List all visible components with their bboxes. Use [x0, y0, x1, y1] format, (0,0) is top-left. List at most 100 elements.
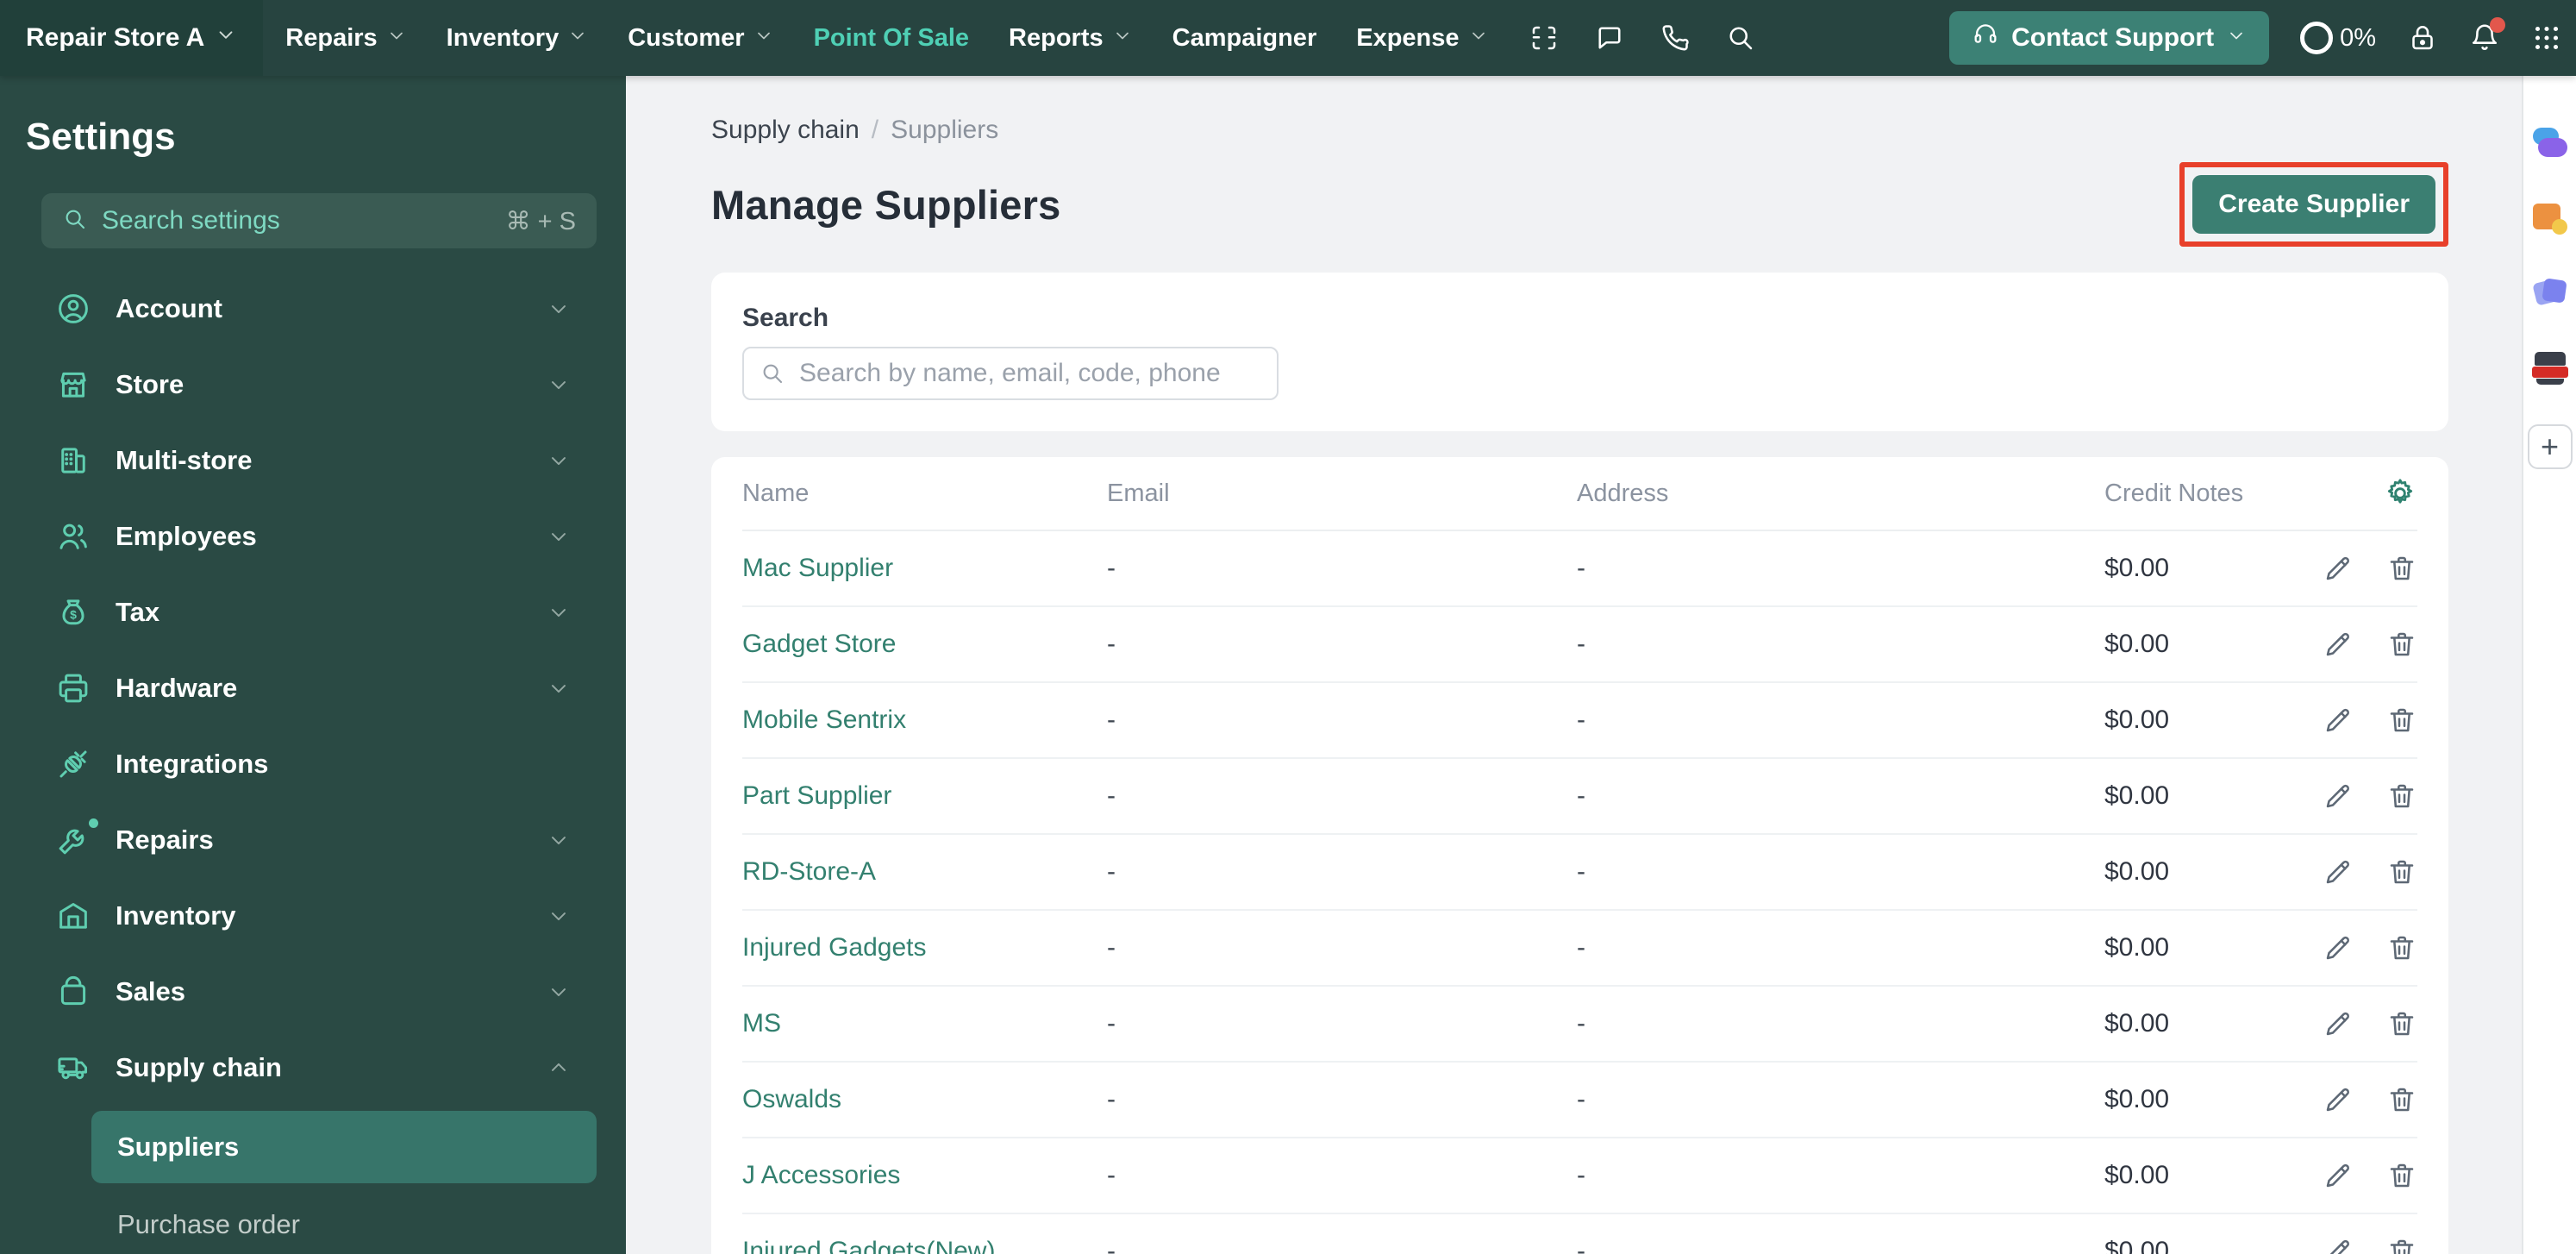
nav-item-point-of-sale[interactable]: Point Of Sale — [814, 24, 969, 53]
create-supplier-button[interactable]: Create Supplier — [2192, 175, 2435, 234]
setup-progress[interactable]: 0% — [2300, 22, 2376, 54]
supplier-name-link[interactable]: RD-Store-A — [742, 857, 1107, 887]
contact-support-button[interactable]: Contact Support — [1949, 11, 2269, 65]
edit-pencil-icon[interactable] — [2323, 1008, 2354, 1039]
nav-item-label: Campaigner — [1172, 24, 1317, 53]
supplier-name-link[interactable]: J Accessories — [742, 1161, 1107, 1190]
edit-pencil-icon[interactable] — [2323, 856, 2354, 887]
sidebar-item-account[interactable]: Account — [0, 271, 626, 347]
row-actions — [2288, 781, 2417, 812]
red-stack-extension-icon[interactable] — [2531, 350, 2569, 385]
row-actions — [2288, 629, 2417, 660]
breadcrumb-parent[interactable]: Supply chain — [711, 116, 860, 145]
nav-item-repairs[interactable]: Repairs — [285, 24, 406, 53]
edit-pencil-icon[interactable] — [2323, 705, 2354, 736]
chevron-down-icon — [547, 980, 571, 1004]
edit-pencil-icon[interactable] — [2323, 1236, 2354, 1254]
supplier-name-link[interactable]: Mobile Sentrix — [742, 705, 1107, 735]
nav-item-customer[interactable]: Customer — [628, 24, 773, 53]
edit-pencil-icon[interactable] — [2323, 1160, 2354, 1191]
delete-trash-icon[interactable] — [2386, 1084, 2417, 1115]
delete-trash-icon[interactable] — [2386, 629, 2417, 660]
store-switcher[interactable]: Repair Store A — [0, 0, 263, 76]
sidebar-item-label: Account — [116, 293, 222, 324]
edit-pencil-icon[interactable] — [2323, 553, 2354, 584]
settings-search-input[interactable]: Search settings ⌘ + S — [41, 193, 597, 248]
row-actions — [2288, 856, 2417, 887]
sidebar-item-integrations[interactable]: Integrations — [0, 726, 626, 802]
notifications-button[interactable] — [2469, 22, 2500, 53]
supplier-name-link[interactable]: Gadget Store — [742, 630, 1107, 659]
delete-trash-icon[interactable] — [2386, 781, 2417, 812]
sidebar-item-label: Supply chain — [116, 1052, 282, 1083]
delete-trash-icon[interactable] — [2386, 1008, 2417, 1039]
purple-cards-extension-icon[interactable] — [2531, 276, 2569, 310]
nav-item-label: Reports — [1009, 24, 1104, 53]
supplier-name-link[interactable]: Injured Gadgets(New) — [742, 1237, 1107, 1254]
nav-item-expense[interactable]: Expense — [1356, 24, 1488, 53]
chevron-down-icon — [547, 373, 571, 397]
sidebar-item-store[interactable]: Store — [0, 347, 626, 423]
supplier-email: - — [1107, 705, 1577, 735]
edit-pencil-icon[interactable] — [2323, 781, 2354, 812]
supplier-email: - — [1107, 1161, 1577, 1190]
delete-trash-icon[interactable] — [2386, 856, 2417, 887]
contact-support-label: Contact Support — [2011, 23, 2214, 53]
delete-trash-icon[interactable] — [2386, 1160, 2417, 1191]
edit-pencil-icon[interactable] — [2323, 932, 2354, 963]
edit-pencil-icon[interactable] — [2323, 1084, 2354, 1115]
supplier-search-input[interactable] — [742, 347, 1279, 400]
supplier-address: - — [1577, 554, 2104, 583]
column-header-name: Name — [742, 480, 1107, 508]
edit-pencil-icon[interactable] — [2323, 629, 2354, 660]
phone-icon[interactable] — [1660, 22, 1691, 53]
sidebar-item-label: Repairs — [116, 825, 214, 856]
scan-icon[interactable] — [1529, 22, 1560, 53]
sidebar-subitem-suppliers[interactable]: Suppliers — [91, 1111, 597, 1183]
supplier-address: - — [1577, 857, 2104, 887]
table-settings-button[interactable] — [2383, 476, 2417, 511]
sidebar-item-hardware[interactable]: Hardware — [0, 650, 626, 726]
lock-button[interactable] — [2407, 22, 2438, 53]
apps-menu-button[interactable] — [2531, 22, 2562, 53]
supplier-name-link[interactable]: Mac Supplier — [742, 554, 1107, 583]
orange-notes-extension-icon[interactable] — [2531, 202, 2569, 236]
supplier-address: - — [1577, 1085, 2104, 1114]
settings-search-placeholder: Search settings — [102, 206, 280, 235]
sidebar-item-repairs[interactable]: Repairs — [0, 802, 626, 878]
nav-item-campaigner[interactable]: Campaigner — [1172, 24, 1317, 53]
chat-icon[interactable] — [1594, 22, 1625, 53]
supplier-name-link[interactable]: Injured Gadgets — [742, 933, 1107, 962]
chevron-down-icon — [547, 676, 571, 700]
supplier-address: - — [1577, 1237, 2104, 1254]
hardware-icon — [55, 670, 91, 706]
delete-trash-icon[interactable] — [2386, 553, 2417, 584]
sidebar-item-employees[interactable]: Employees — [0, 498, 626, 574]
delete-trash-icon[interactable] — [2386, 1236, 2417, 1254]
nav-item-inventory[interactable]: Inventory — [447, 24, 589, 53]
navbar-right: Contact Support 0% — [1949, 11, 2576, 65]
sidebar-item-supply-chain[interactable]: Supply chain — [0, 1030, 626, 1106]
chevron-down-icon — [753, 24, 774, 53]
inventory-icon — [55, 898, 91, 934]
nav-item-label: Expense — [1356, 24, 1459, 53]
table-row: Mobile Sentrix--$0.00 — [742, 683, 2417, 759]
supplier-name-link[interactable]: Part Supplier — [742, 781, 1107, 811]
delete-trash-icon[interactable] — [2386, 705, 2417, 736]
sidebar-item-multi-store[interactable]: Multi-store — [0, 423, 626, 498]
delete-trash-icon[interactable] — [2386, 932, 2417, 963]
supplier-name-link[interactable]: MS — [742, 1009, 1107, 1038]
search-icon[interactable] — [1725, 22, 1756, 53]
sidebar-item-sales[interactable]: Sales — [0, 954, 626, 1030]
add-extension-button[interactable]: + — [2528, 424, 2573, 469]
sidebar-item-tax[interactable]: $Tax — [0, 574, 626, 650]
nav-item-reports[interactable]: Reports — [1009, 24, 1133, 53]
notification-badge — [2490, 17, 2505, 33]
supplier-name-link[interactable]: Oswalds — [742, 1085, 1107, 1114]
supplier-email: - — [1107, 933, 1577, 962]
chat-bubbles-extension-icon[interactable] — [2531, 128, 2569, 162]
sidebar-subitem-purchase-order[interactable]: Purchase order — [91, 1188, 597, 1254]
lock-icon — [2407, 22, 2438, 53]
progress-value: 0% — [2340, 24, 2376, 53]
sidebar-item-inventory[interactable]: Inventory — [0, 878, 626, 954]
